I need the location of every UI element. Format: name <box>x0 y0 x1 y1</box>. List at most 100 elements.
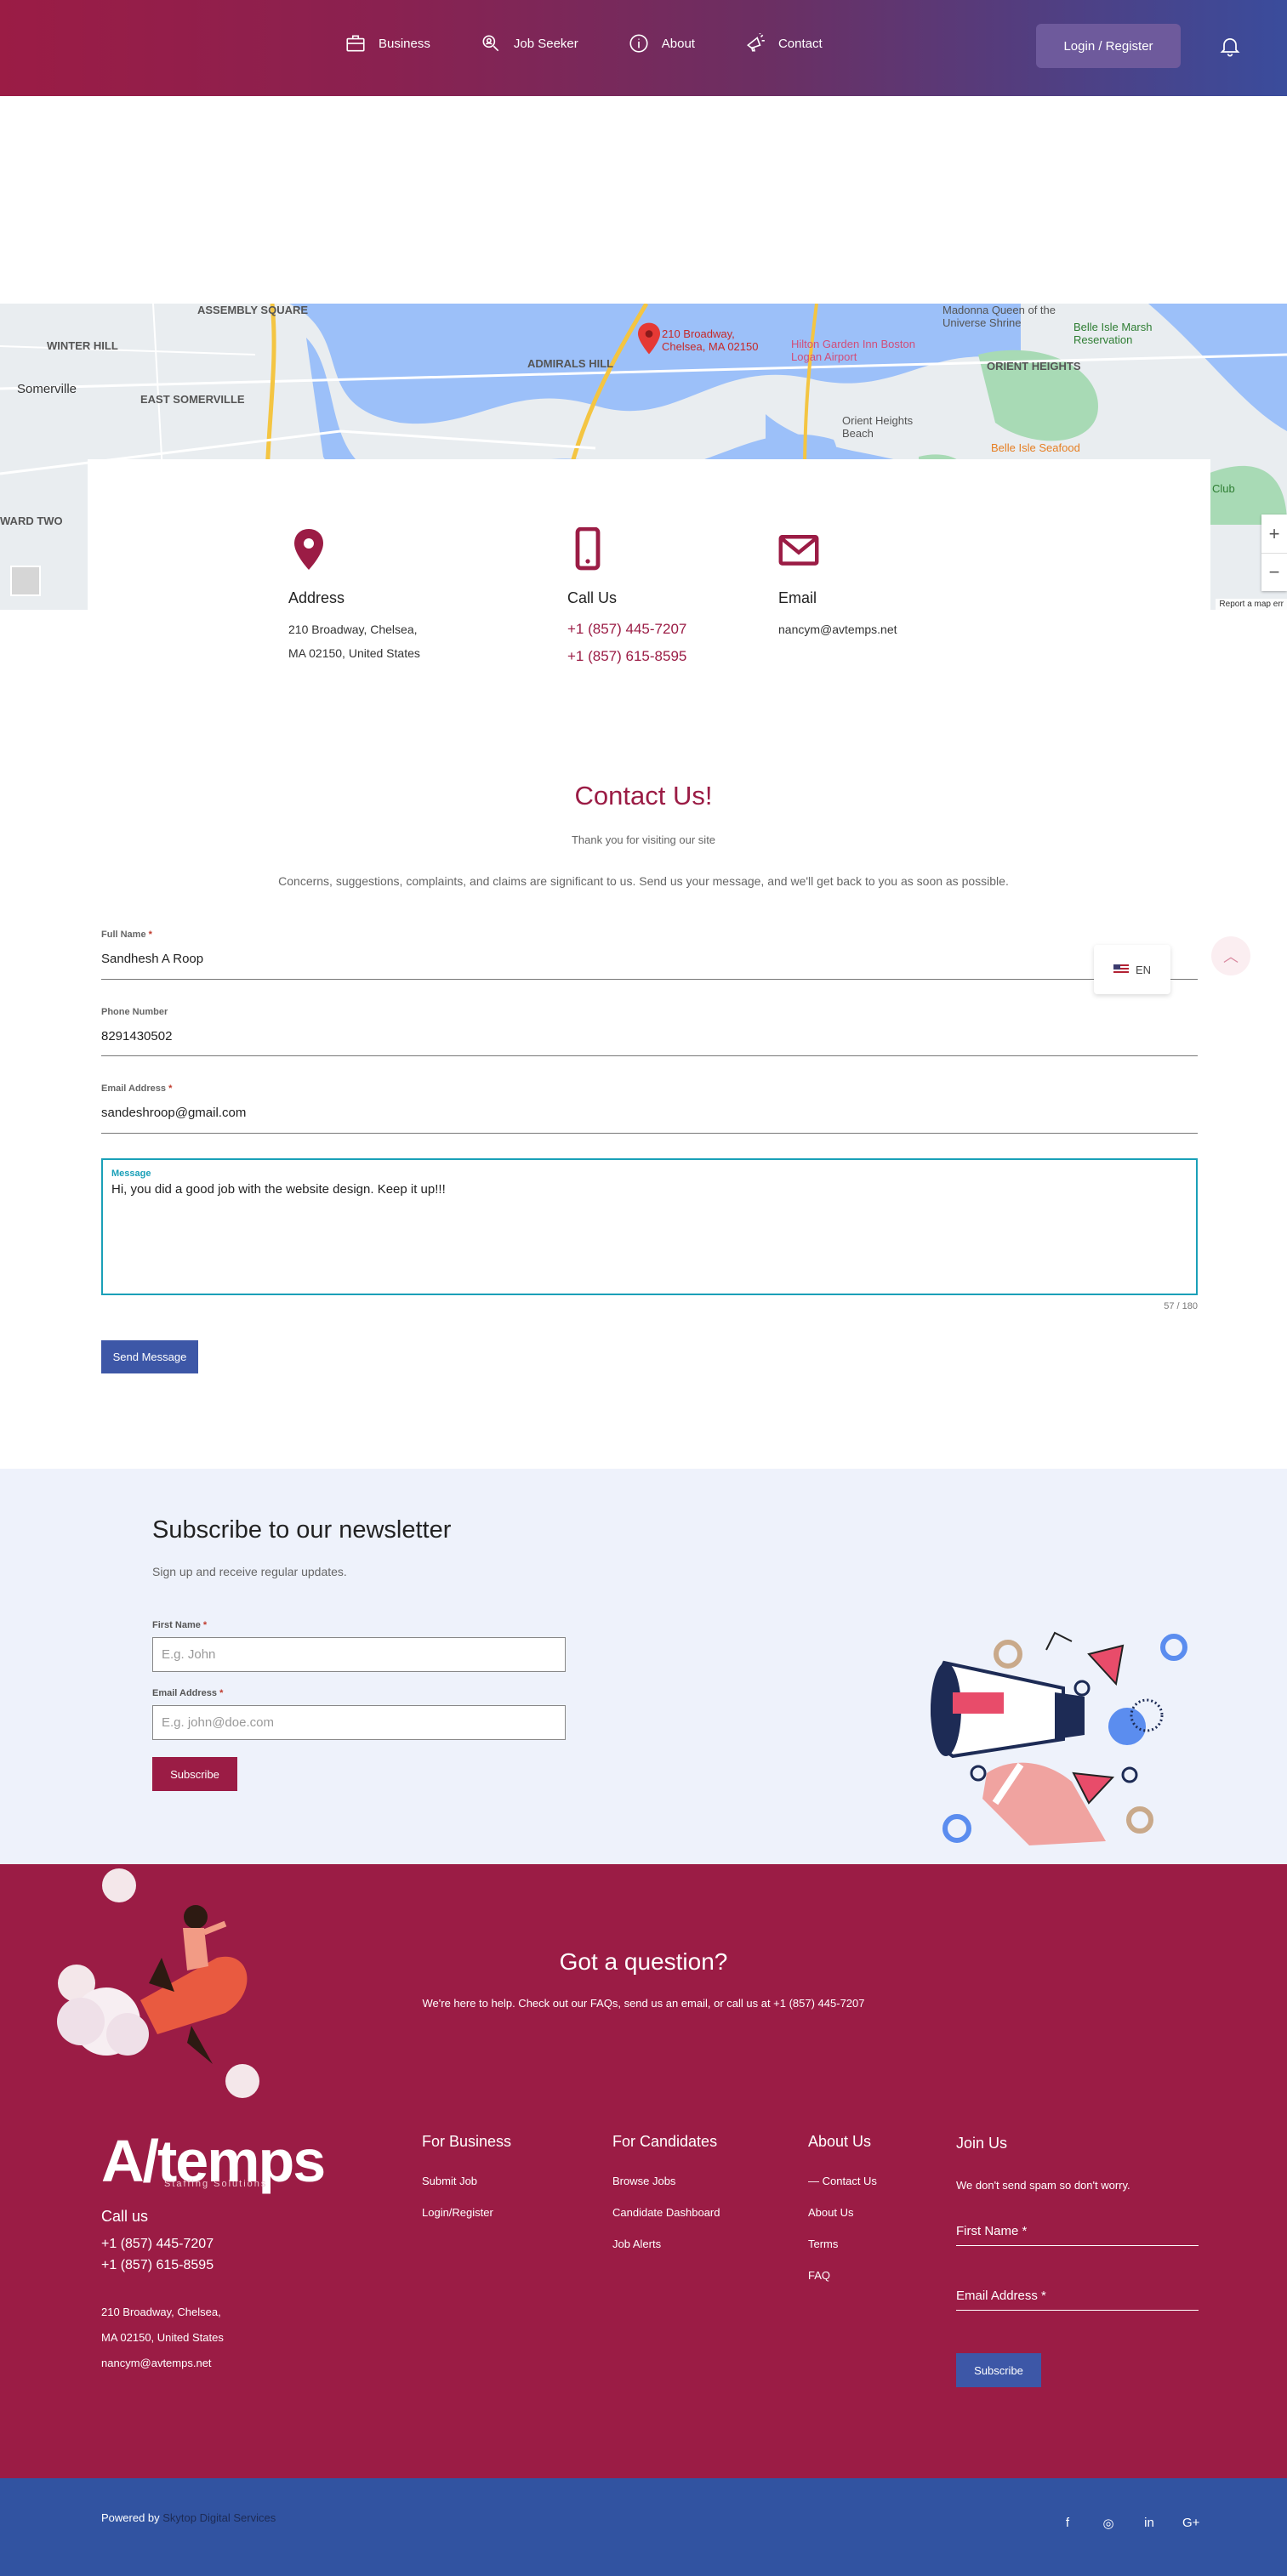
active-dash-icon: — <box>808 2175 823 2187</box>
login-register-button[interactable]: Login / Register <box>1036 24 1181 68</box>
footer-link-contact-us-label: Contact Us <box>822 2175 877 2187</box>
send-message-button[interactable]: Send Message <box>101 1340 198 1373</box>
footer-link-contact-us[interactable]: — Contact Us <box>808 2175 877 2187</box>
message-textarea[interactable]: Message Hi, you did a good job with the … <box>101 1158 1198 1295</box>
location-pin-icon <box>294 529 323 570</box>
powered-by: Powered by Skytop Digital Services <box>101 2511 276 2524</box>
footer-subscribe-button[interactable]: Subscribe <box>956 2353 1041 2387</box>
question-title: Got a question? <box>559 1948 728 1975</box>
map-label: ASSEMBLY SQUARE <box>197 304 309 316</box>
linkedin-icon[interactable]: in <box>1142 2516 1157 2531</box>
map-report-link[interactable]: Report a map err <box>1216 599 1287 610</box>
scroll-top-button[interactable]: ︿ <box>1211 936 1250 975</box>
footer-about-title: About Us <box>808 2133 872 2150</box>
newsletter-first-name-group: First Name * E.g. John <box>152 1620 566 1672</box>
nav-about-label: About <box>661 36 695 51</box>
info-icon <box>629 34 648 53</box>
newsletter-title: Subscribe to our newsletter <box>152 1516 452 1544</box>
bell-icon[interactable] <box>1218 34 1242 58</box>
map-pin-icon[interactable] <box>638 322 660 355</box>
address-text: 210 Broadway, Chelsea, MA 02150, United … <box>288 617 420 665</box>
newsletter-email-label: Email Address * <box>152 1688 224 1698</box>
street-view-button[interactable] <box>10 566 41 596</box>
envelope-icon <box>778 535 819 566</box>
character-counter: 57 / 180 <box>1164 1301 1198 1311</box>
full-name-value: Sandhesh A Roop <box>101 952 204 966</box>
phone-link-2[interactable]: +1 (857) 615-8595 <box>567 643 686 670</box>
phone-link-1[interactable]: +1 (857) 445-7207 <box>567 616 686 643</box>
footer-link-faq[interactable]: FAQ <box>808 2269 877 2282</box>
phone-number-value: 8291430502 <box>101 1029 173 1043</box>
newsletter-first-name-input[interactable]: E.g. John <box>152 1637 566 1672</box>
map-label: WARD TWO <box>0 515 63 527</box>
nav-job-seeker-label: Job Seeker <box>513 36 578 51</box>
question-subtitle: We're here to help. Check out our FAQs, … <box>422 1997 865 2010</box>
map-label: Belle Isle Seafood <box>991 441 1080 454</box>
newsletter-subscribe-button[interactable]: Subscribe <box>152 1757 237 1791</box>
message-label: Message <box>111 1169 151 1179</box>
message-value: Hi, you did a good job with the website … <box>111 1182 446 1197</box>
map-label: Belle Isle Marsh Reservation <box>1073 321 1153 346</box>
contact-title: Contact Us! <box>574 781 713 810</box>
map-label: Hilton Garden Inn Boston Logan Airport <box>791 338 915 363</box>
footer-link-candidate-dashboard[interactable]: Candidate Dashboard <box>612 2206 720 2219</box>
email-title: Email <box>778 589 817 606</box>
email-block: Email nancym@avtemps.net <box>778 527 897 641</box>
phone-number-field[interactable]: Phone Number 8291430502 <box>101 1007 1198 1056</box>
map-label: EAST SOMERVILLE <box>140 393 245 406</box>
footer-phone-1[interactable]: +1 (857) 445-7207 <box>101 2233 214 2255</box>
footer-phones: +1 (857) 445-7207 +1 (857) 615-8595 <box>101 2233 214 2276</box>
map-label: Madonna Queen of the Universe Shrine <box>942 304 1056 329</box>
google-plus-icon[interactable]: G+ <box>1182 2516 1199 2531</box>
footer-first-name-input[interactable]: First Name * <box>956 2224 1199 2246</box>
newsletter-email-input[interactable]: E.g. john@doe.com <box>152 1705 566 1740</box>
nav-business[interactable]: Business <box>345 32 430 54</box>
footer-link-browse-jobs[interactable]: Browse Jobs <box>612 2175 720 2187</box>
phone-icon <box>575 526 601 571</box>
footer-logo[interactable]: A/temps Staffing Solutions <box>101 2131 326 2191</box>
newsletter-first-name-label: First Name * <box>152 1620 208 1630</box>
zoom-in-button[interactable]: + <box>1261 515 1287 553</box>
map-zoom-control[interactable]: + − <box>1261 515 1287 591</box>
full-name-field[interactable]: Full Name * Sandhesh A Roop <box>101 930 1198 980</box>
footer-link-about-us[interactable]: About Us <box>808 2206 877 2219</box>
footer-address-line-2: MA 02150, United States <box>101 2331 224 2344</box>
call-block: Call Us +1 (857) 445-7207 +1 (857) 615-8… <box>567 526 686 670</box>
us-flag-icon <box>1113 964 1129 975</box>
footer-join-column: Join Us We don't send spam so don't worr… <box>956 2135 1199 2311</box>
call-title: Call Us <box>567 589 618 606</box>
map-label: ORIENT HEIGHTS <box>987 360 1081 372</box>
nav-contact-label: Contact <box>777 36 823 51</box>
facebook-icon[interactable]: f <box>1060 2516 1075 2531</box>
nav-about[interactable]: About <box>628 32 695 54</box>
footer-business-column: For Business Submit Job Login/Register <box>422 2133 511 2238</box>
footer-email-input[interactable]: Email Address * <box>956 2289 1199 2311</box>
email-address-label: Email Address * <box>101 1083 173 1094</box>
footer-candidates-title: For Candidates <box>612 2133 718 2150</box>
map-label: WINTER HILL <box>47 339 118 352</box>
footer-link-terms[interactable]: Terms <box>808 2238 877 2250</box>
instagram-icon[interactable]: ◎ <box>1101 2516 1116 2531</box>
footer-link-login-register[interactable]: Login/Register <box>422 2206 511 2219</box>
contact-info-card: Address 210 Broadway, Chelsea, MA 02150,… <box>88 459 1210 672</box>
nav-job-seeker[interactable]: Job Seeker <box>480 32 578 54</box>
email-address-label-text: Email Address <box>101 1083 167 1094</box>
chevron-up-icon: ︿ <box>1223 948 1239 965</box>
footer-link-job-alerts[interactable]: Job Alerts <box>612 2238 720 2250</box>
full-name-label-text: Full Name <box>101 930 146 940</box>
footer-link-submit-job[interactable]: Submit Job <box>422 2175 511 2187</box>
contact-description: Concerns, suggestions, complaints, and c… <box>278 874 1009 888</box>
search-person-icon <box>482 35 499 52</box>
email-address-field[interactable]: Email Address * sandeshroop@gmail.com <box>101 1083 1198 1134</box>
zoom-out-button[interactable]: − <box>1261 553 1287 591</box>
nav-contact[interactable]: Contact <box>744 32 823 54</box>
footer-email[interactable]: nancym@avtemps.net <box>101 2351 224 2376</box>
map-label: Club <box>1212 482 1235 495</box>
language-code: EN <box>1135 963 1152 976</box>
footer-candidates-column: For Candidates Browse Jobs Candidate Das… <box>612 2133 720 2269</box>
footer-phone-2[interactable]: +1 (857) 615-8595 <box>101 2255 214 2276</box>
powered-by-brand-link[interactable]: Skytop Digital Services <box>162 2511 276 2524</box>
footer-call-title: Call us <box>101 2208 149 2225</box>
email-link[interactable]: nancym@avtemps.net <box>778 617 897 641</box>
language-switcher[interactable]: EN <box>1094 945 1170 994</box>
